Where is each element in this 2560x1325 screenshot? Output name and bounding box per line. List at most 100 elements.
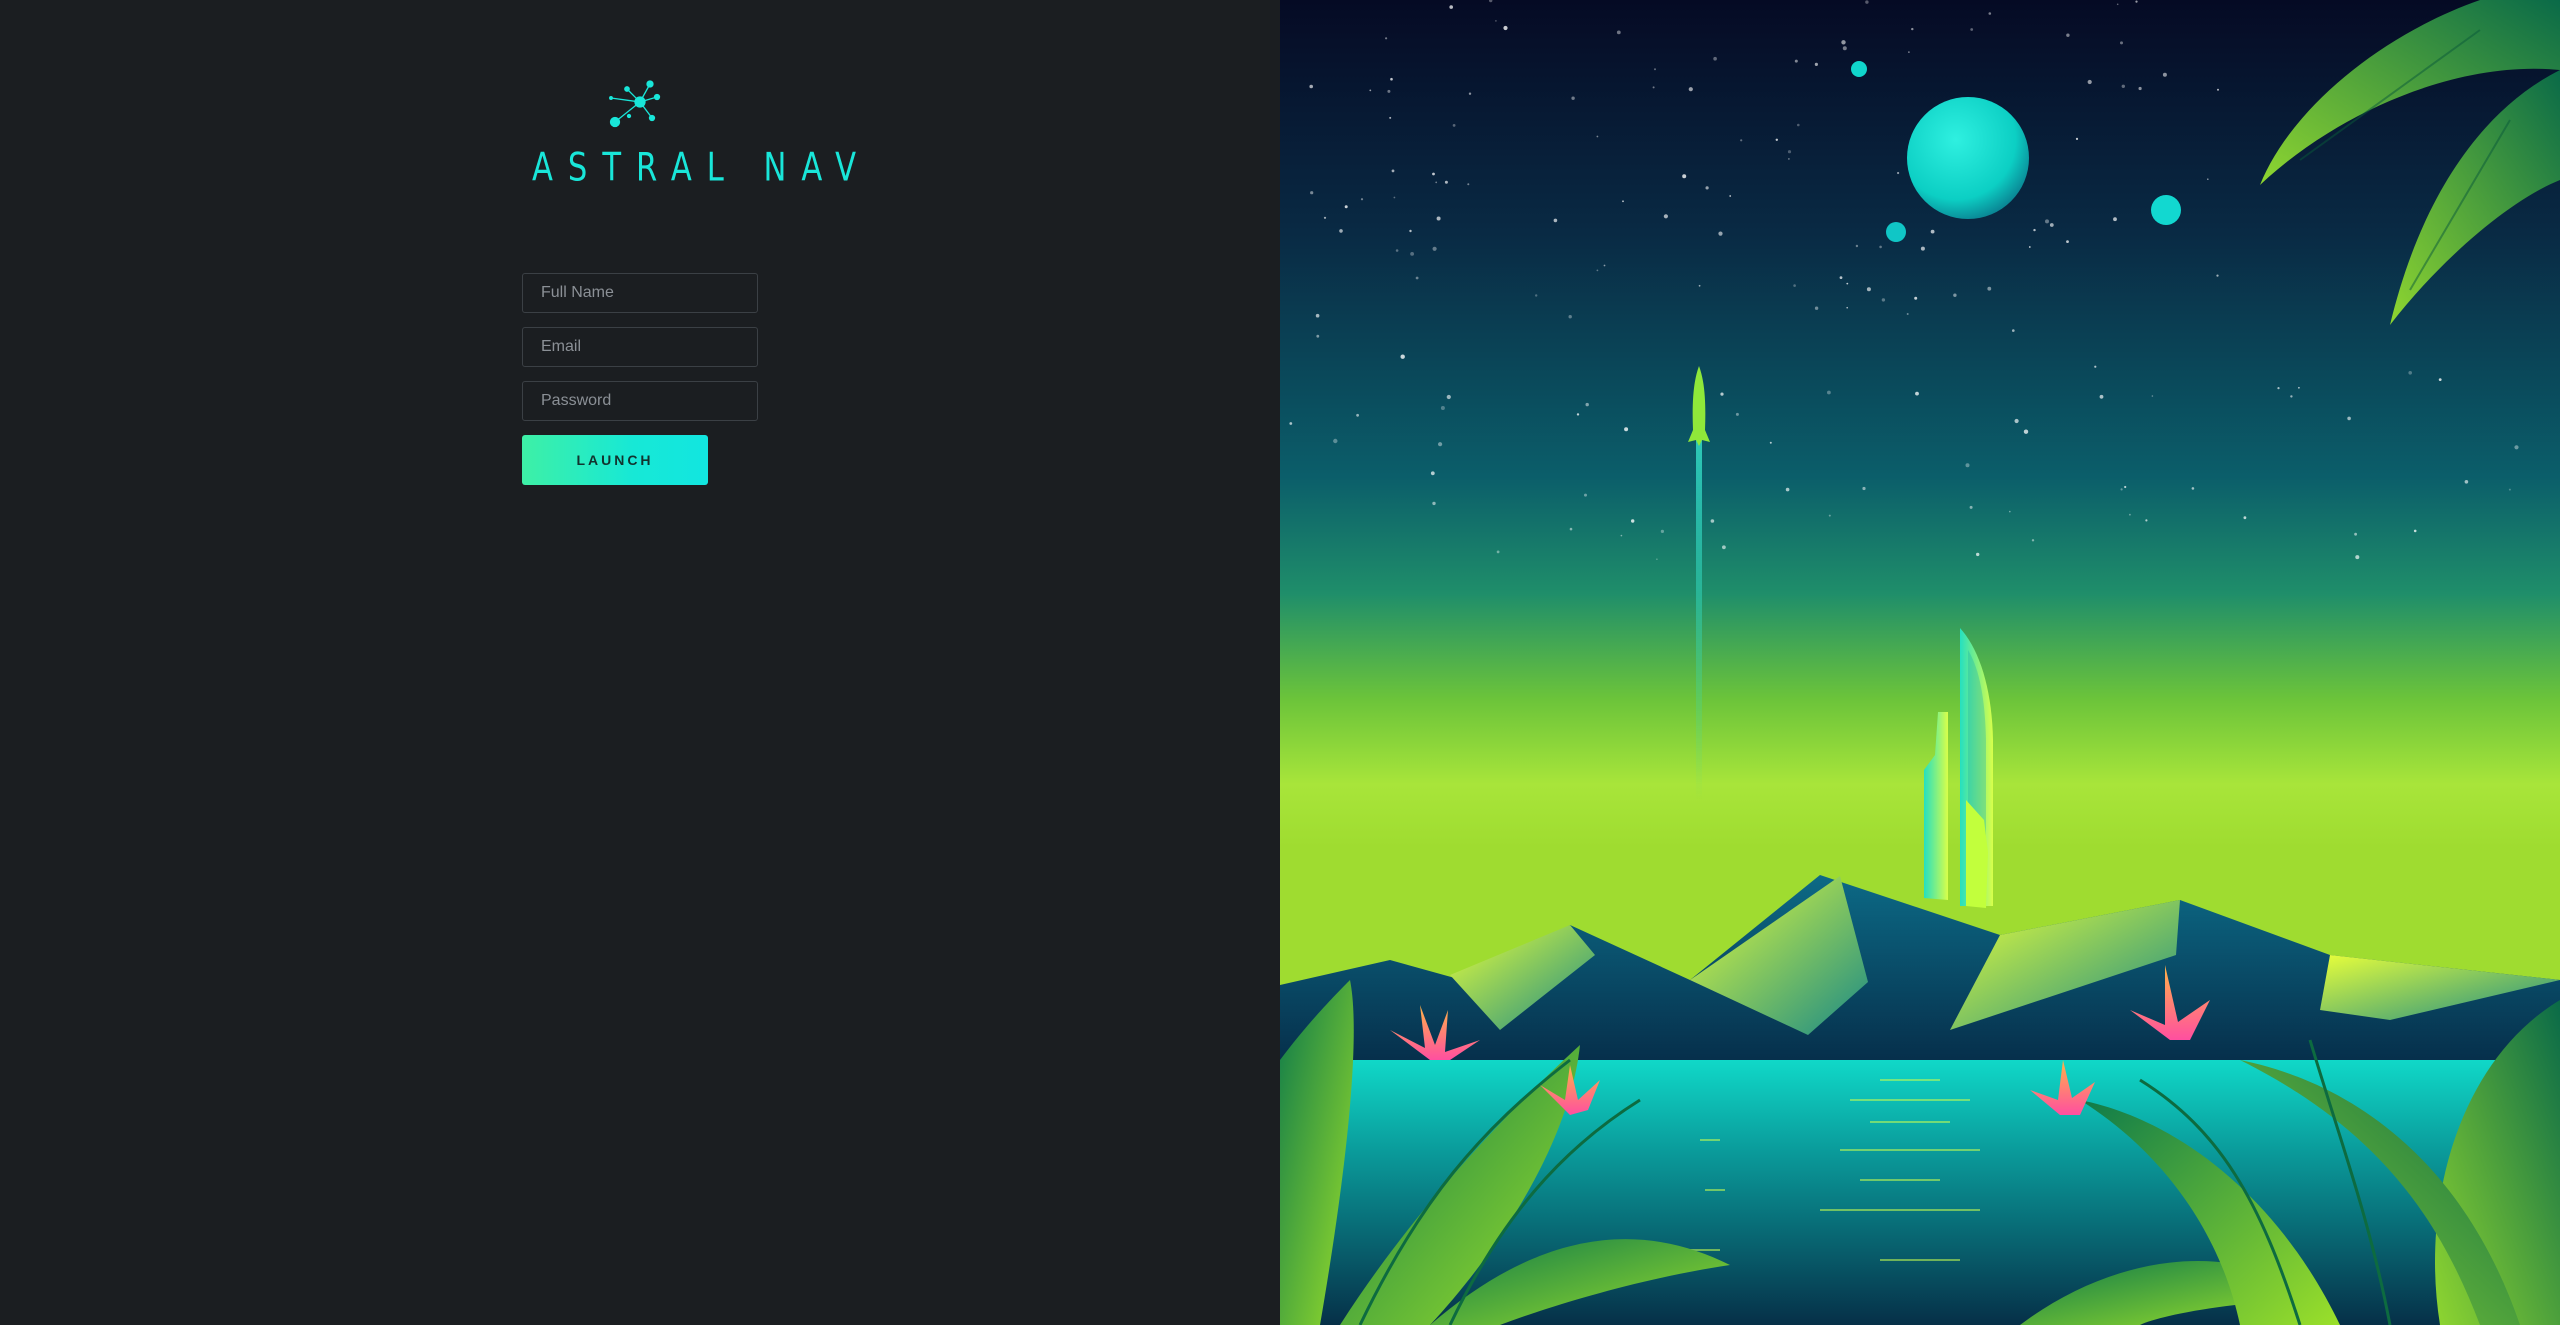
star [1449, 5, 1453, 9]
brand: ASTRAL NAV [520, 80, 872, 191]
star [2124, 485, 2127, 489]
star [1333, 438, 1338, 444]
star [1976, 552, 1980, 557]
star [1969, 505, 1973, 509]
star [1576, 413, 1580, 416]
star [1698, 284, 1701, 287]
landscape-illustration [1280, 0, 2560, 1325]
star [2207, 178, 2209, 180]
star [1435, 181, 1438, 184]
star [1571, 96, 1575, 100]
star [1446, 394, 1451, 400]
star [1862, 486, 1866, 491]
star [1987, 286, 1992, 291]
star [2009, 510, 2011, 513]
star [2438, 378, 2442, 381]
star [2023, 429, 2029, 434]
star [2290, 395, 2293, 398]
star [1432, 246, 1437, 251]
star [1344, 205, 1348, 209]
star [2049, 223, 2054, 227]
star [1688, 87, 1693, 92]
star [2162, 72, 2167, 77]
star [1828, 514, 1831, 517]
star [1846, 282, 1849, 285]
star [1391, 169, 1395, 173]
star [1814, 306, 1819, 310]
star [1793, 284, 1796, 287]
star [1656, 558, 1658, 560]
star [2014, 418, 2019, 424]
star [1369, 89, 1372, 92]
star [2094, 365, 2097, 368]
full-name-input[interactable] [522, 273, 758, 313]
star [1897, 171, 1900, 175]
star [1785, 487, 1790, 492]
star [1729, 195, 1732, 197]
star [2033, 228, 2036, 232]
star [1310, 191, 1314, 195]
star [1794, 59, 1798, 63]
star [1881, 298, 1886, 302]
star [1965, 463, 1970, 468]
star [1387, 89, 1391, 93]
star [1855, 244, 1859, 248]
star [1865, 0, 1869, 4]
star [1438, 442, 1443, 447]
star [2120, 41, 2123, 45]
star [1503, 25, 1508, 31]
star [2191, 487, 2195, 490]
star [1914, 296, 1918, 300]
star [1395, 249, 1399, 252]
star [1787, 150, 1792, 154]
signup-form: LAUNCH [522, 273, 758, 485]
star [1970, 28, 1974, 31]
star [2066, 240, 2069, 244]
star [2508, 488, 2511, 491]
star [1596, 135, 1599, 138]
star [1393, 196, 1396, 199]
star [1315, 313, 1320, 318]
star [1553, 218, 1558, 223]
star [1432, 501, 1436, 506]
star [1432, 172, 1435, 176]
star [1390, 77, 1393, 81]
star [2413, 529, 2417, 533]
star [2217, 88, 2219, 91]
star [2087, 79, 2092, 85]
star [2464, 480, 2469, 484]
star [1841, 40, 1846, 45]
star [1339, 229, 1343, 233]
star [1839, 276, 1843, 279]
star [1316, 334, 1320, 338]
star [1879, 245, 1882, 249]
star [2138, 86, 2142, 91]
star [1663, 214, 1668, 219]
star [2028, 246, 2031, 248]
star [1713, 56, 1717, 61]
star [2113, 217, 2117, 222]
small-planet [1886, 222, 1906, 242]
email-input[interactable] [522, 327, 758, 367]
star [2355, 555, 2360, 560]
launch-button[interactable]: LAUNCH [522, 435, 708, 485]
star [1624, 427, 1629, 432]
star [1654, 68, 1656, 71]
star [2514, 445, 2519, 450]
star [1797, 123, 1800, 127]
star [1415, 276, 1419, 280]
password-input[interactable] [522, 381, 758, 421]
star [2135, 0, 2138, 3]
star [1660, 529, 1664, 534]
star [1568, 315, 1572, 319]
star [2121, 84, 2125, 89]
star [1616, 30, 1621, 35]
star [2116, 3, 2119, 6]
star [1846, 306, 1848, 309]
star [1920, 246, 1925, 251]
star [1622, 200, 1624, 203]
constellation-icon [609, 80, 661, 128]
app-title: ASTRAL NAV [532, 145, 872, 191]
star [1908, 51, 1910, 53]
star [1911, 27, 1914, 31]
